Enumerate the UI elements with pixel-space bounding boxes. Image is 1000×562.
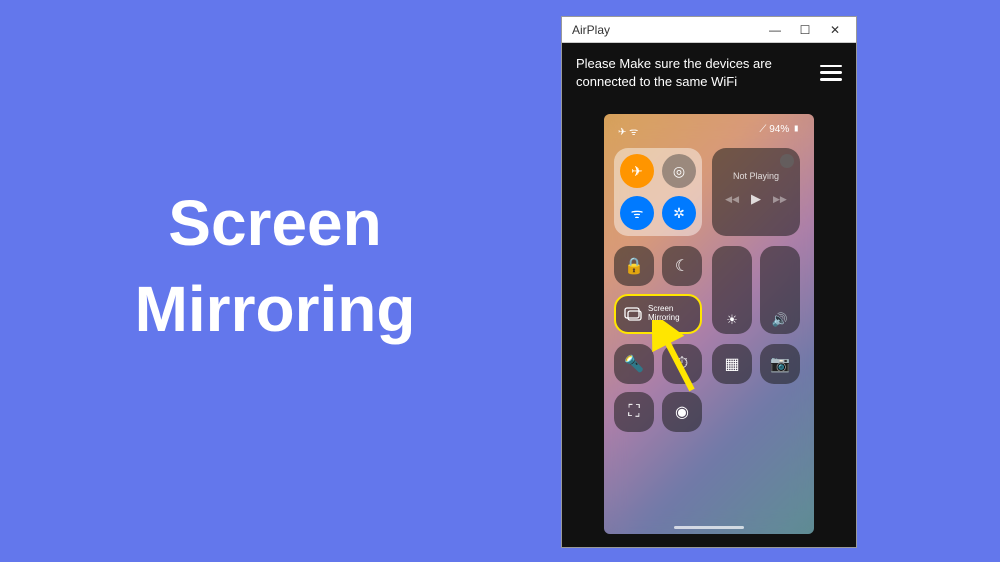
- maximize-button[interactable]: ☐: [790, 23, 820, 37]
- screen-record-icon[interactable]: ◉: [662, 392, 702, 432]
- wifi-icon[interactable]: ᯤ: [620, 196, 654, 230]
- prev-track-icon[interactable]: ◀◀: [725, 194, 739, 205]
- media-tile[interactable]: Not Playing ◀◀ ▶ ▶▶: [712, 148, 800, 236]
- status-bar: ✈ ᯤ ⟋ 94% ▮: [604, 114, 814, 140]
- airplane-icon[interactable]: ✈: [620, 154, 654, 188]
- heading-line-2: Mirroring: [135, 273, 416, 345]
- airplay-audio-icon[interactable]: [780, 154, 794, 168]
- window-titlebar: AirPlay — ☐ ✕: [562, 17, 856, 43]
- phone-preview: ✈ ᯤ ⟋ 94% ▮ ✈ ◎ ᯤ ✲ Not Playing: [604, 114, 814, 534]
- rotation-lock-icon[interactable]: 🔒: [614, 246, 654, 286]
- control-center: ✈ ◎ ᯤ ✲ Not Playing ◀◀ ▶ ▶▶: [614, 148, 804, 522]
- screen-mirroring-icon: [624, 307, 642, 321]
- window-title: AirPlay: [568, 23, 760, 37]
- close-button[interactable]: ✕: [820, 23, 850, 37]
- do-not-disturb-icon[interactable]: ☾: [662, 246, 702, 286]
- play-icon[interactable]: ▶: [751, 191, 761, 207]
- app-body: Please Make sure the devices are connect…: [562, 43, 856, 547]
- cellular-icon[interactable]: ◎: [662, 154, 696, 188]
- next-track-icon[interactable]: ▶▶: [773, 194, 787, 205]
- hamburger-icon[interactable]: [820, 65, 842, 81]
- minimize-button[interactable]: —: [760, 23, 790, 37]
- volume-slider[interactable]: 🔊: [760, 246, 800, 334]
- airplay-window: AirPlay — ☐ ✕ Please Make sure the devic…: [562, 17, 856, 547]
- brightness-slider[interactable]: ☀: [712, 246, 752, 334]
- screen-mirroring-tile[interactable]: Screen Mirroring: [614, 294, 702, 334]
- heading-line-1: Screen: [168, 187, 381, 259]
- volume-icon: 🔊: [772, 312, 788, 328]
- status-right: ⟋ 94% ▮: [759, 124, 800, 138]
- screen-mirroring-label: Screen Mirroring: [648, 305, 680, 323]
- flashlight-icon[interactable]: 🔦: [614, 344, 654, 384]
- main-heading: Screen Mirroring: [60, 180, 490, 353]
- timer-icon[interactable]: ⏱: [662, 344, 702, 384]
- hint-row: Please Make sure the devices are connect…: [562, 43, 856, 94]
- wifi-hint-text: Please Make sure the devices are connect…: [576, 55, 812, 90]
- home-indicator: [674, 526, 744, 529]
- brightness-icon: ☀: [726, 312, 738, 328]
- status-left: ✈ ᯤ: [618, 124, 638, 138]
- camera-icon[interactable]: 📷: [760, 344, 800, 384]
- bluetooth-icon[interactable]: ✲: [662, 196, 696, 230]
- code-scanner-icon[interactable]: ⛶: [614, 392, 654, 432]
- calculator-icon[interactable]: ▦: [712, 344, 752, 384]
- connectivity-tile[interactable]: ✈ ◎ ᯤ ✲: [614, 148, 702, 236]
- not-playing-label: Not Playing: [733, 171, 779, 181]
